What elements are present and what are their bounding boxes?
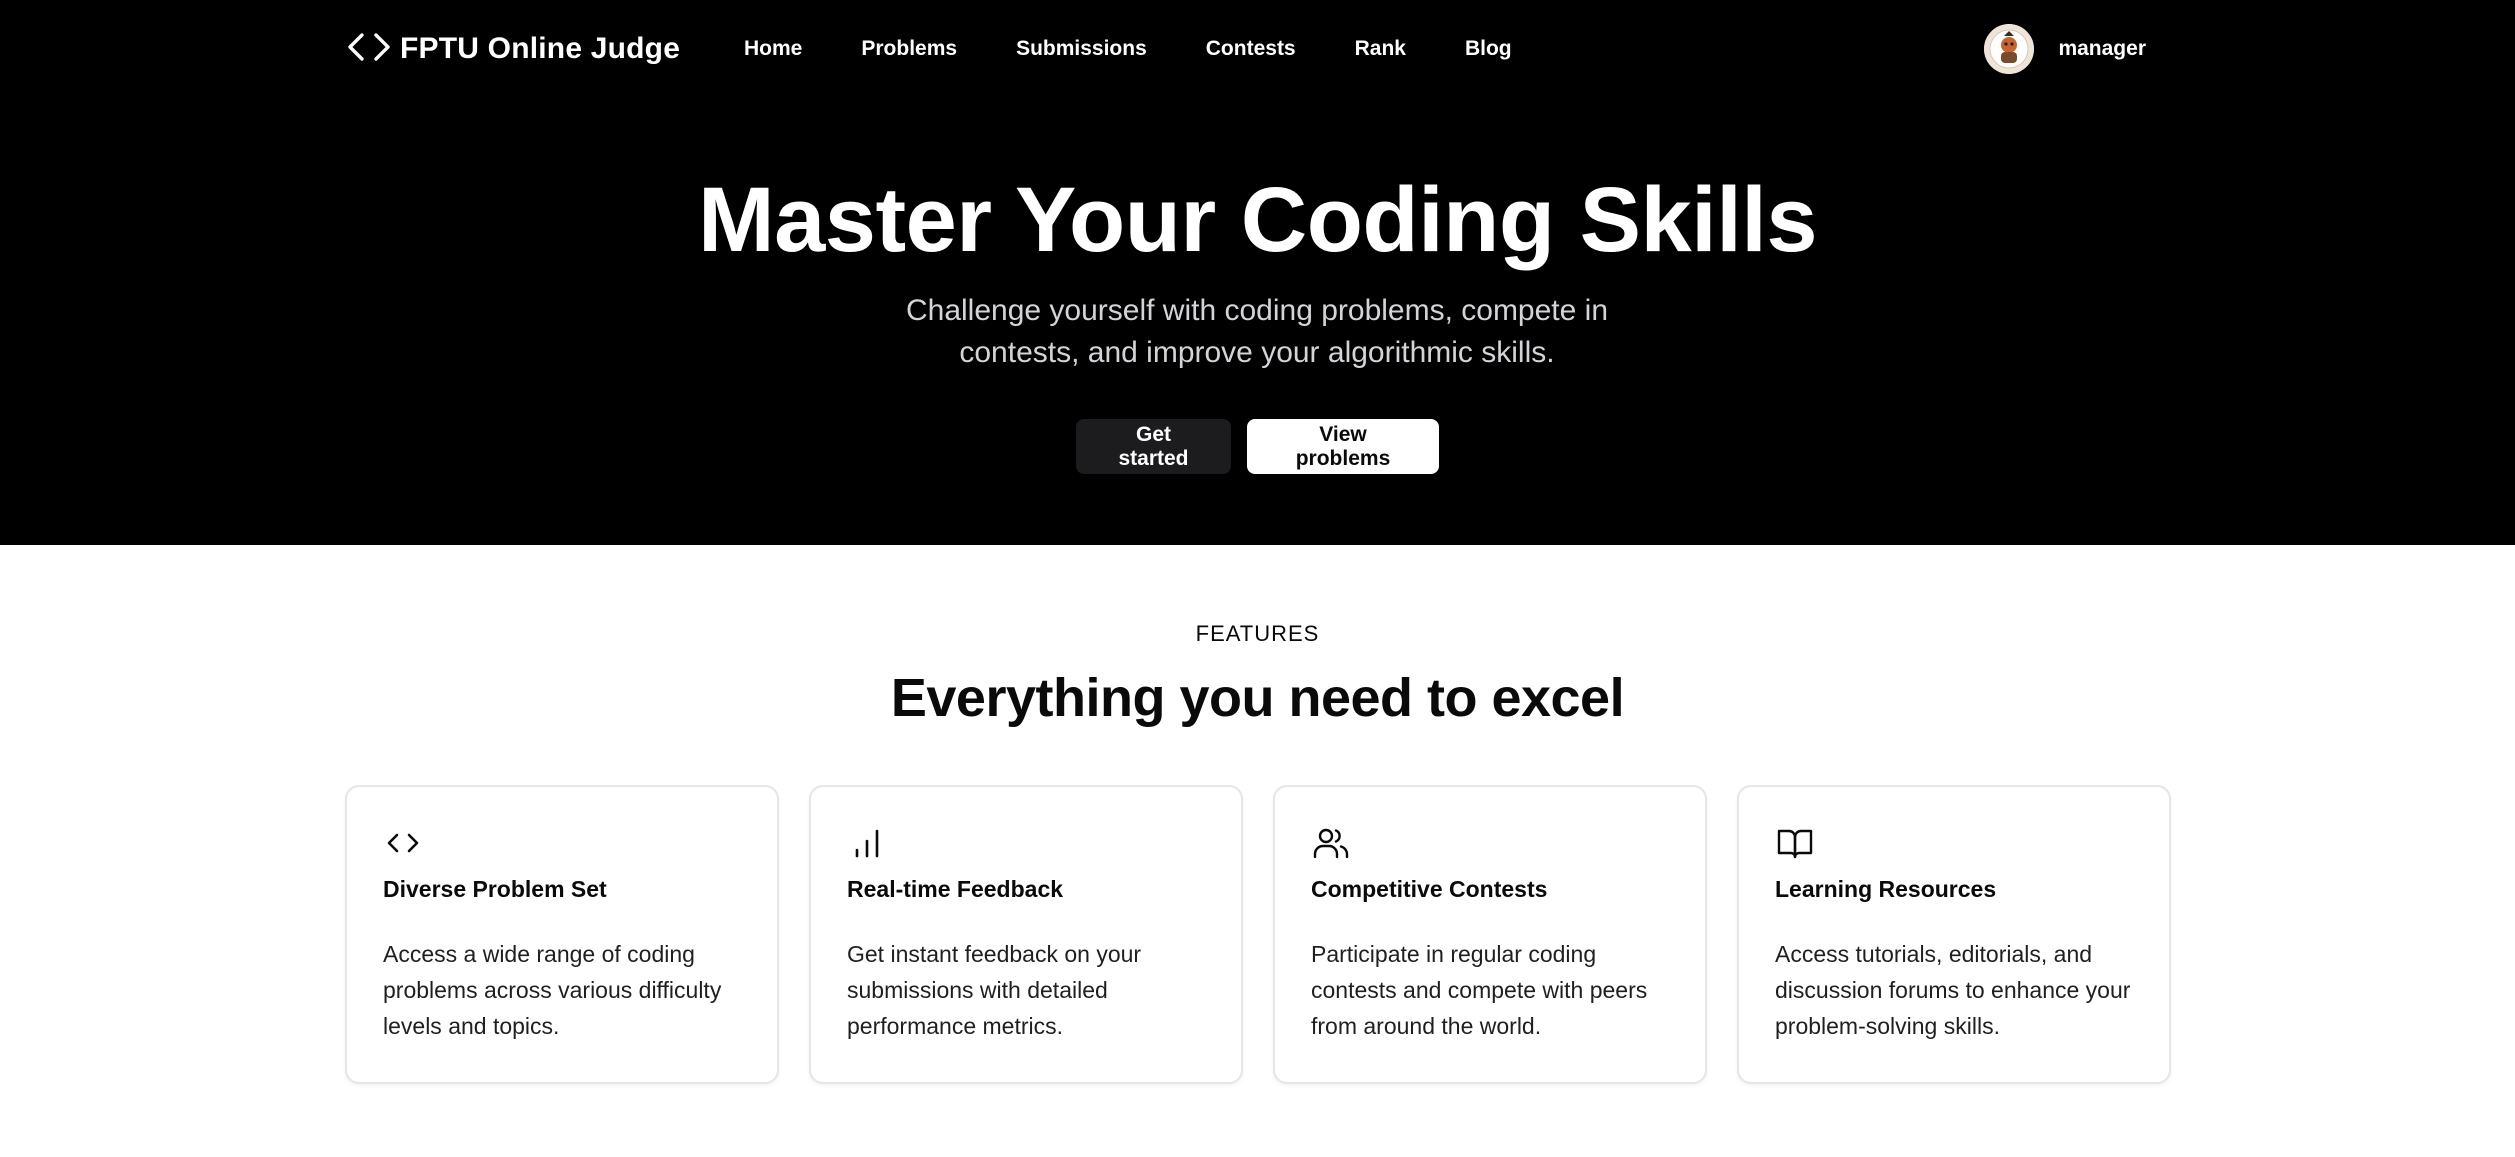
avatar[interactable] [1984,24,2035,74]
view-problems-button[interactable]: View problems [1247,419,1439,474]
feature-card-description: Participate in regular coding contests a… [1311,941,1648,1039]
user-menu[interactable]: manager [1984,24,2146,74]
book-open-icon [1775,823,1815,863]
feature-card-title: Real-time Feedback [847,876,1064,902]
feature-card-description: Access a wide range of coding problems a… [383,941,722,1039]
users-icon [1311,823,1351,863]
features-section: FEATURES Everything you need to excel Di… [0,545,2515,1157]
code-brackets-icon [344,30,400,69]
feature-card-contests: Competitive Contests Participate in regu… [1273,785,1707,1084]
feature-card-description: Get instant feedback on your submissions… [847,941,1142,1039]
bar-chart-icon [847,823,887,863]
hero-actions: Get started View problems [0,419,2515,474]
nav-item-problems[interactable]: Problems [861,34,957,64]
nav-item-blog[interactable]: Blog [1465,34,1512,64]
hero-subtitle: Challenge yourself with coding problems,… [905,294,1609,369]
feature-card-title: Competitive Contests [1311,876,1548,902]
hero-title: Master Your Coding Skills [698,169,1818,271]
brand-logo-link[interactable]: FPTU Online Judge [344,28,680,70]
feature-card-title: Learning Resources [1775,876,1997,902]
feature-card-feedback: Real-time Feedback Get instant feedback … [809,785,1243,1084]
nav-item-contests[interactable]: Contests [1206,34,1296,64]
features-heading: Everything you need to excel [890,668,1625,728]
hero-section: FPTU Online Judge Home Problems Submissi… [0,0,2515,545]
nav-item-home[interactable]: Home [744,34,802,64]
feature-card-description: Access tutorials, editorials, and discus… [1775,941,2131,1039]
get-started-button[interactable]: Get started [1076,419,1231,474]
feature-cards: Diverse Problem Set Access a wide range … [345,785,2171,1084]
top-navbar: FPTU Online Judge Home Problems Submissi… [0,0,2515,98]
main-nav: Home Problems Submissions Contests Rank … [744,34,1571,64]
nav-item-submissions[interactable]: Submissions [1016,34,1147,64]
nav-item-rank[interactable]: Rank [1355,34,1406,64]
brand-name: FPTU Online Judge [400,32,681,65]
username: manager [2058,37,2146,60]
feature-card-title: Diverse Problem Set [383,876,607,902]
feature-card-learning: Learning Resources Access tutorials, edi… [1737,785,2171,1084]
feature-card-problems: Diverse Problem Set Access a wide range … [345,785,779,1084]
features-eyebrow: FEATURES [1195,621,1320,646]
code-icon [383,823,423,863]
